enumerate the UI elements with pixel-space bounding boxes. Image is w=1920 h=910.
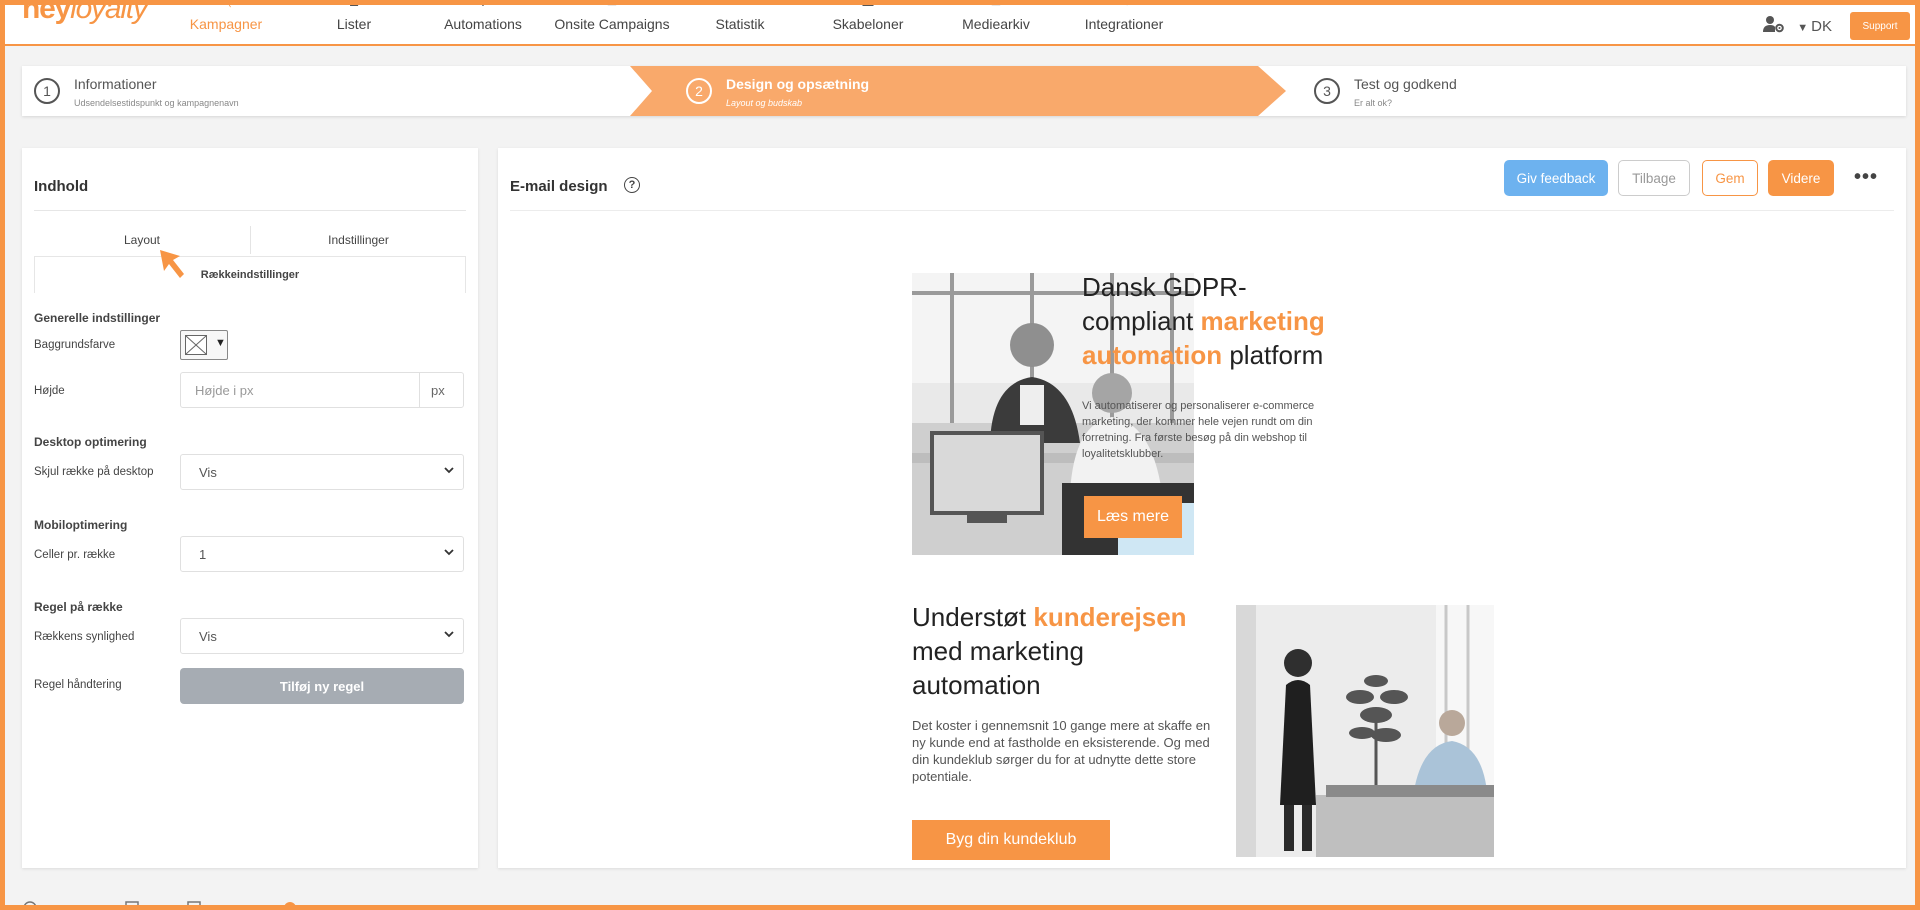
nav-item-integrationer[interactable]: ✎ Integrationer (1076, 0, 1172, 44)
block1-body: Vi automatiserer og personaliserer e-com… (1082, 400, 1315, 460)
user-settings-icon[interactable] (1763, 15, 1785, 38)
chevron-down-icon (443, 546, 455, 561)
input-separator (419, 373, 420, 407)
height-placeholder: Højde i px (195, 383, 254, 398)
nav-label: Skabeloner (832, 16, 904, 32)
content-tabs: Layout Indstillinger (34, 224, 466, 256)
step-title: Test og godkend (1354, 76, 1457, 92)
pointer-arrow-icon (160, 250, 184, 278)
height-unit: px (431, 383, 445, 398)
step-number: 2 (686, 78, 712, 104)
nav-label: Integrationer (1084, 16, 1164, 32)
megaphone-icon: 〈 (220, 0, 232, 9)
tab-layout[interactable]: Layout (34, 224, 250, 256)
nav-item-lister[interactable]: ☰ Lister (322, 0, 386, 44)
window-icon: ▭ (606, 0, 618, 9)
step-title: Design og opsætning (726, 76, 870, 92)
panel-title: E-mail design (510, 178, 608, 195)
background-color-picker[interactable]: ▼ (180, 330, 228, 360)
hide-on-desktop-select[interactable]: Vis (180, 454, 464, 490)
subtab-row-settings[interactable]: Rækkeindstillinger (35, 269, 465, 281)
top-navigation: heyloyalty 〈 Kampagner ☰ Lister ✲ Automa… (0, 0, 1920, 46)
caret-down-icon: ▼ (1797, 21, 1809, 34)
step-subtitle: Er alt ok? (1354, 98, 1393, 108)
nav-label: Lister (336, 16, 372, 32)
section-desktop-title: Desktop optimering (34, 435, 147, 449)
nav-item-mediearkiv[interactable]: ▭ Mediearkiv (954, 0, 1038, 44)
section-general-title: Generelle indstillinger (34, 311, 161, 325)
divider (34, 210, 466, 211)
media-icon: ▭ (990, 0, 1002, 9)
language-selector[interactable]: ▼ DK (1797, 18, 1832, 35)
step-test[interactable]: 3 Test og godkend Er alt ok? (1290, 66, 1890, 116)
next-button[interactable]: Videre (1768, 160, 1834, 196)
block1-headline: Dansk GDPR- compliant marketing automati… (1082, 272, 1325, 370)
nav-label: Kampagner (189, 16, 263, 32)
cells-per-row-label: Celler pr. række (34, 549, 116, 561)
build-club-button[interactable]: Byg din kundeklub (912, 820, 1110, 860)
no-color-icon (185, 335, 207, 355)
section-rule-title: Regel på række (34, 600, 123, 614)
support-button[interactable]: Support (1850, 12, 1910, 40)
nav-label: Statistik (715, 16, 765, 32)
background-color-label: Baggrundsfarve (34, 339, 116, 351)
nav-label: Mediearkiv (962, 16, 1030, 32)
block2-headline: Understøt kunderejsen med marketing auto… (912, 602, 1187, 700)
campaign-stepper: 1 Informationer Udsendelsestidspunkt og … (22, 66, 1906, 116)
read-more-button[interactable]: Læs mere (1084, 496, 1182, 538)
nav-item-automations[interactable]: ✲ Automations (438, 0, 528, 44)
more-options-icon[interactable]: ••• (1854, 166, 1878, 189)
save-button[interactable]: Gem (1702, 160, 1758, 196)
content-panel: Indhold Layout Indstillinger Rækkeindsti… (22, 148, 478, 868)
help-icon[interactable]: ? (624, 177, 640, 193)
bottom-toolbar-icons (23, 901, 296, 908)
height-input[interactable]: Højde i px px (180, 372, 464, 408)
nav-item-skabeloner[interactable]: ▬ Skabeloner (826, 0, 910, 44)
step-informationer[interactable]: 1 Informationer Udsendelsestidspunkt og … (22, 66, 622, 116)
chevron-down-icon (443, 464, 455, 479)
gear-icon: ✲ (478, 0, 488, 9)
bar-chart-icon: ▪▪▪ (734, 0, 746, 9)
nav-item-kampagner[interactable]: 〈 Kampagner (186, 0, 266, 44)
heyloyalty-logo[interactable]: heyloyalty (22, 0, 148, 26)
subtab-container: Rækkeindstillinger (34, 256, 466, 293)
rule-handling-label: Regel håndtering (34, 679, 122, 691)
panel-title: Indhold (34, 178, 89, 195)
height-label: Højde (34, 385, 65, 397)
give-feedback-button[interactable]: Giv feedback (1504, 160, 1608, 196)
step-title: Informationer (74, 76, 157, 92)
nav-item-statistik[interactable]: ▪▪▪ Statistik (706, 0, 774, 44)
hide-on-desktop-label: Skjul række på desktop (34, 466, 154, 478)
row-visibility-select[interactable]: Vis (180, 618, 464, 654)
step-design[interactable]: 2 Design og opsætning Layout og budskab (662, 66, 1262, 116)
step-subtitle: Udsendelsestidspunkt og kampagnenavn (74, 98, 239, 108)
list-icon: ☰ (349, 0, 359, 9)
template-icon: ▬ (862, 0, 874, 9)
section-mobile-title: Mobiloptimering (34, 518, 128, 532)
nav-label: Onsite Campaigns (554, 16, 670, 32)
plug-icon: ✎ (1119, 0, 1129, 9)
step-subtitle: Layout og budskab (726, 98, 803, 108)
email-design-panel: E-mail design ? Giv feedback Tilbage Gem… (498, 148, 1906, 868)
cells-per-row-select[interactable]: 1 (180, 536, 464, 572)
step-number: 1 (34, 78, 60, 104)
row-visibility-label: Rækkens synlighed (34, 631, 135, 643)
nav-label: Automations (444, 16, 522, 32)
divider (510, 210, 1894, 211)
step-number: 3 (1314, 78, 1340, 104)
tab-indstillinger[interactable]: Indstillinger (251, 224, 466, 256)
meeting-photo-image[interactable] (1236, 605, 1494, 857)
block2-body: Det koster i gennemsnit 10 gange mere at… (912, 718, 1211, 784)
nav-right-tools: ▼ DK Support (1763, 12, 1910, 40)
add-rule-button[interactable]: Tilføj ny regel (180, 668, 464, 704)
nav-item-onsite-campaigns[interactable]: ▭ Onsite Campaigns (552, 0, 672, 44)
chevron-down-icon (443, 628, 455, 643)
caret-down-icon: ▼ (215, 337, 226, 349)
back-button[interactable]: Tilbage (1618, 160, 1690, 196)
